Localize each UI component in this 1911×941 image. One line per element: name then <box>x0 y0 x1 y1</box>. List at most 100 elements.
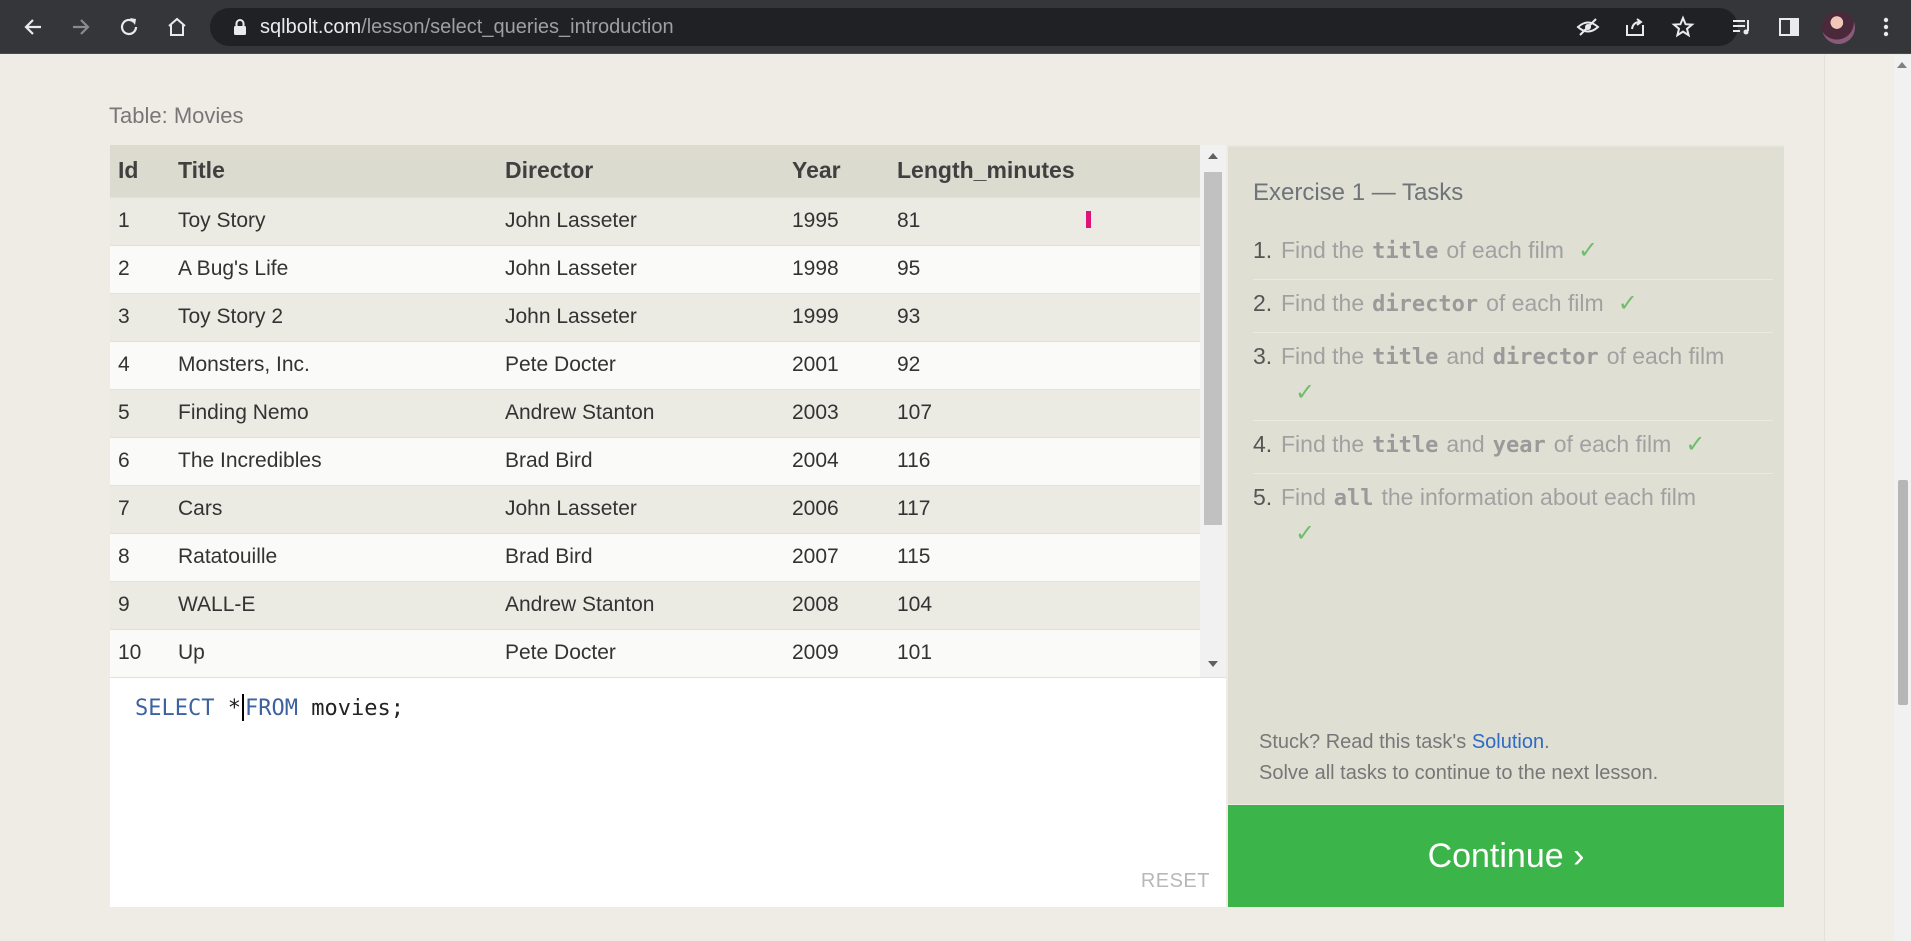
page-scrollbar-thumb[interactable] <box>1898 480 1908 705</box>
sidepanel-icon[interactable] <box>1772 10 1806 44</box>
cell-id: 8 <box>110 532 178 581</box>
table-scrollbar-thumb[interactable] <box>1204 172 1222 525</box>
task-text: the information about each film <box>1381 484 1697 510</box>
tasks-title: Exercise 1 — Tasks <box>1253 179 1464 206</box>
sql-keyword-select: SELECT <box>135 696 215 721</box>
cell-title: A Bug's Life <box>178 244 505 293</box>
table-scroll-up-icon[interactable] <box>1208 153 1218 159</box>
cell-director: Brad Bird <box>505 532 792 581</box>
page-margin-right <box>1824 55 1894 941</box>
table-scrollbar[interactable] <box>1200 145 1226 677</box>
column-header-title: Title <box>178 145 505 197</box>
table-scroll-down-icon[interactable] <box>1208 661 1218 667</box>
back-icon[interactable] <box>16 10 50 44</box>
profile-avatar[interactable] <box>1822 11 1855 44</box>
task-text: Find the <box>1281 290 1365 316</box>
task-text: of each film <box>1553 431 1672 457</box>
cell-id: 4 <box>110 340 178 389</box>
cell-length: 101 <box>897 628 1200 677</box>
task-text: of each film <box>1606 343 1725 369</box>
task-item: 5. Find all the information about each fil… <box>1253 474 1773 561</box>
task-code: title <box>1372 239 1439 264</box>
lock-icon[interactable] <box>230 17 250 37</box>
sql-editor[interactable]: SELECT * FROM movies; RESET <box>110 677 1226 907</box>
cell-id: 6 <box>110 436 178 485</box>
check-icon: ✓ <box>1295 520 1316 547</box>
table-row: 4 Monsters, Inc. Pete Docter 2001 92 <box>110 340 1200 389</box>
check-icon: ✓ <box>1577 237 1599 264</box>
cell-director: John Lasseter <box>505 196 792 245</box>
table-row: 8 Ratatouille Brad Bird 2007 115 <box>110 532 1200 581</box>
share-icon[interactable] <box>1623 15 1647 39</box>
cell-title: Toy Story 2 <box>178 292 505 341</box>
cell-year: 1999 <box>792 292 897 341</box>
task-text: Find <box>1281 484 1326 510</box>
cell-title: Finding Nemo <box>178 388 505 437</box>
page-scroll-up-icon[interactable] <box>1897 62 1907 68</box>
cell-id: 9 <box>110 580 178 629</box>
cell-length: 95 <box>897 244 1200 293</box>
solution-link[interactable]: Solution <box>1472 731 1544 753</box>
cell-director: Andrew Stanton <box>505 580 792 629</box>
check-icon: ✓ <box>1685 431 1706 458</box>
cell-year: 2009 <box>792 628 897 677</box>
column-header-id: Id <box>110 145 178 197</box>
address-bar[interactable]: sqlbolt.com/lesson/select_queries_introd… <box>210 8 1738 46</box>
reset-button[interactable]: RESET <box>1141 870 1210 893</box>
text-caret <box>241 694 244 721</box>
stuck-period: . <box>1544 731 1550 753</box>
page-margin-left <box>0 55 70 941</box>
table-row: 2 A Bug's Life John Lasseter 1998 95 <box>110 244 1200 293</box>
menu-icon[interactable] <box>1869 10 1903 44</box>
task-text: Find the <box>1281 431 1365 457</box>
sql-query[interactable]: SELECT * FROM movies; <box>135 694 404 721</box>
table-row: 6 The Incredibles Brad Bird 2004 116 <box>110 436 1200 485</box>
star-icon[interactable] <box>1671 15 1695 39</box>
url-text[interactable]: sqlbolt.com/lesson/select_queries_introd… <box>260 16 674 39</box>
column-header-length: Length_minutes <box>897 145 1200 197</box>
cell-title: Cars <box>178 484 505 533</box>
cell-title: WALL-E <box>178 580 505 629</box>
cell-year: 2008 <box>792 580 897 629</box>
cell-director: Brad Bird <box>505 436 792 485</box>
task-code: title <box>1372 345 1439 370</box>
media-icon[interactable] <box>1725 10 1759 44</box>
cell-length: 92 <box>897 340 1200 389</box>
home-icon[interactable] <box>160 10 194 44</box>
cell-length: 93 <box>897 292 1200 341</box>
table-caption: Table: Movies <box>109 103 244 128</box>
cell-year: 2004 <box>792 436 897 485</box>
help-text: Stuck? Read this task's Solution. Solve … <box>1259 727 1658 789</box>
cell-id: 5 <box>110 388 178 437</box>
table-row: 7 Cars John Lasseter 2006 117 <box>110 484 1200 533</box>
tasks-panel: Exercise 1 — Tasks 1. Find the title of ea… <box>1228 145 1784 804</box>
check-icon: ✓ <box>1617 290 1638 317</box>
cell-year: 1998 <box>792 244 897 293</box>
task-list: 1. Find the title of each film ✓ 2. Find th… <box>1253 227 1773 561</box>
check-icon: ✓ <box>1295 379 1316 406</box>
stuck-text: Stuck? Read this task's <box>1259 731 1467 753</box>
task-number: 3. <box>1253 343 1273 369</box>
url-host: sqlbolt.com <box>260 16 362 38</box>
table-row: 1 Toy Story John Lasseter 1995 81 <box>110 196 1200 245</box>
table-row: 9 WALL-E Andrew Stanton 2008 104 <box>110 580 1200 629</box>
cell-year: 2003 <box>792 388 897 437</box>
browser-toolbar: sqlbolt.com/lesson/select_queries_introd… <box>0 0 1911 54</box>
task-item: 1. Find the title of each film ✓ <box>1253 227 1773 280</box>
task-code: year <box>1492 433 1546 458</box>
forward-icon[interactable] <box>64 10 98 44</box>
continue-button[interactable]: Continue › <box>1228 805 1784 907</box>
task-item: 4. Find the title and year of each film ✓ <box>1253 421 1773 474</box>
task-code: all <box>1333 486 1374 511</box>
eye-off-icon[interactable] <box>1576 15 1600 39</box>
task-number: 1. <box>1253 237 1273 263</box>
task-text: Find the <box>1281 237 1365 263</box>
cell-title: Monsters, Inc. <box>178 340 505 389</box>
reload-icon[interactable] <box>112 10 146 44</box>
cell-title: Up <box>178 628 505 677</box>
table-header-row: Id Title Director Year Length_minutes <box>110 145 1200 197</box>
cell-director: Pete Docter <box>505 340 792 389</box>
task-code: director <box>1492 345 1599 370</box>
task-item: 2. Find the director of each film ✓ <box>1253 280 1773 333</box>
cell-year: 1995 <box>792 196 897 245</box>
